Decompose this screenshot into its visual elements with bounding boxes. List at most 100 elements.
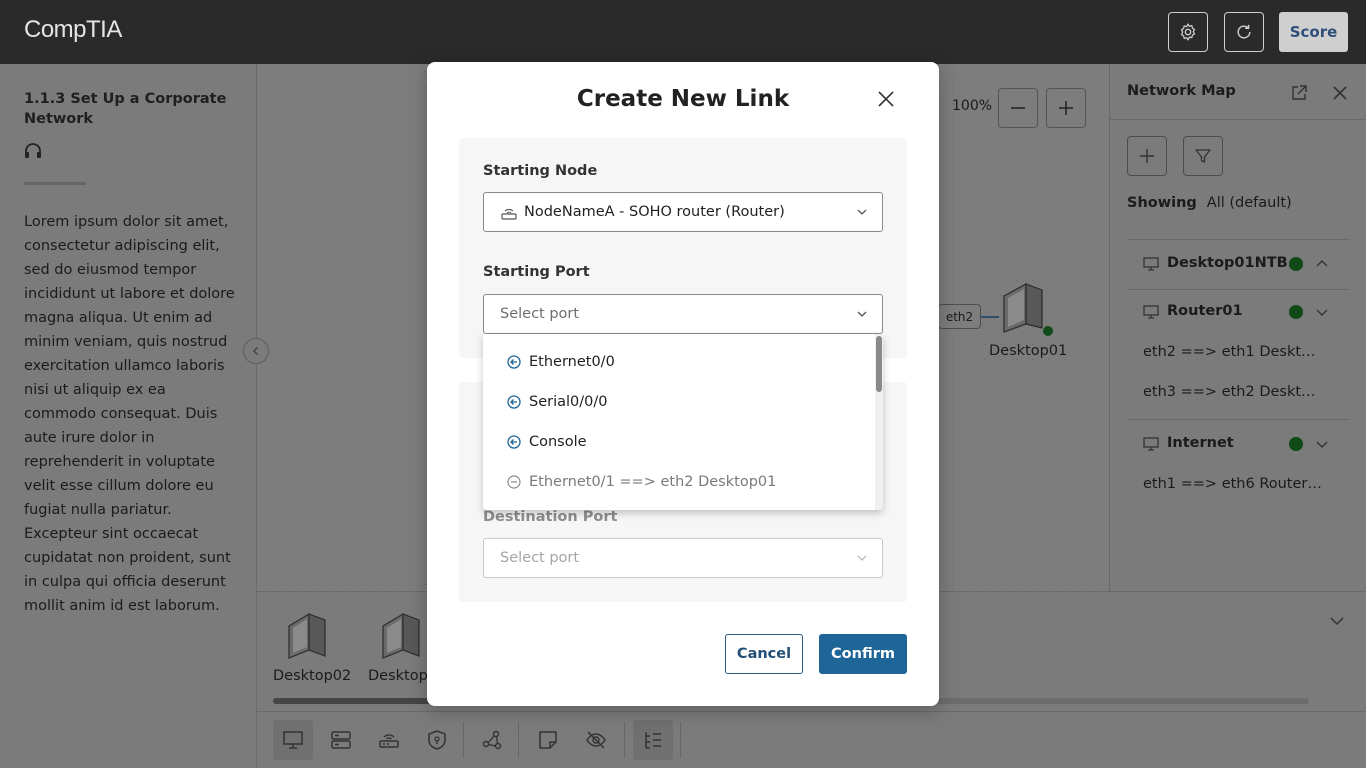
port-tag[interactable]: eth2: [938, 304, 981, 329]
chevron-down-icon[interactable]: [1328, 612, 1346, 630]
network-map-panel: Network Map Showing All (default) Desktop…: [1109, 64, 1366, 591]
tool-links[interactable]: [472, 720, 512, 760]
status-dot: [1289, 257, 1303, 271]
port-in-use-icon: [507, 475, 521, 489]
filter-status: Showing All (default): [1127, 195, 1292, 211]
port-option[interactable]: Serial0/0/0: [507, 392, 607, 412]
cancel-button[interactable]: Cancel: [725, 634, 803, 674]
filter-button[interactable]: [1183, 136, 1223, 176]
note-icon: [539, 731, 557, 749]
zoom-in-button[interactable]: [1046, 88, 1086, 128]
tool-network-map[interactable]: [633, 720, 673, 760]
tool-routers[interactable]: [369, 720, 409, 760]
settings-button[interactable]: [1168, 12, 1208, 52]
close-icon[interactable]: [1331, 84, 1349, 102]
headphones-icon[interactable]: [24, 142, 42, 158]
starting-port-select[interactable]: Select port: [483, 294, 883, 334]
scrollbar-thumb[interactable]: [876, 336, 882, 392]
score-button[interactable]: Score: [1279, 12, 1348, 52]
desktop-device-icon[interactable]: [379, 610, 431, 662]
chevron-down-icon[interactable]: [1315, 305, 1329, 319]
port-available-icon: [507, 355, 521, 369]
chevron-down-icon: [857, 555, 867, 561]
tool-visibility[interactable]: [576, 720, 616, 760]
chevron-down-icon: [857, 209, 867, 215]
port-available-icon: [507, 395, 521, 409]
starting-node-value: NodeNameA - SOHO router (Router): [524, 204, 785, 220]
shield-icon: [428, 730, 446, 750]
port-option-disabled: Ethernet0/1 ==> eth2 Desktop01: [507, 472, 776, 492]
zoom-out-button[interactable]: [998, 88, 1038, 128]
network-icon: [482, 730, 502, 750]
minus-icon: [1011, 107, 1025, 109]
divider: [1110, 119, 1366, 120]
dropdown-scrollbar[interactable]: [875, 334, 883, 510]
chevron-left-icon: [253, 347, 258, 355]
starting-node-select[interactable]: NodeNameA - SOHO router (Router): [483, 192, 883, 232]
collapse-panel-button[interactable]: [243, 338, 269, 364]
gear-icon: [1180, 23, 1196, 41]
map-item-name[interactable]: Router01: [1167, 303, 1243, 319]
port-option-label: Console: [529, 434, 587, 450]
lesson-title: 1.1.3 Set Up a Corporate Network: [24, 91, 227, 127]
port-available-icon: [507, 435, 521, 449]
zoom-level: 100%: [952, 98, 993, 114]
desktop-device-icon[interactable]: [285, 610, 337, 662]
popout-icon[interactable]: [1290, 84, 1308, 102]
port-option-label: Ethernet0/1 ==> eth2 Desktop01: [529, 474, 777, 490]
destination-port-select[interactable]: Select port: [483, 538, 883, 578]
showing-value: All (default): [1206, 195, 1292, 211]
monitor-icon: [283, 731, 303, 749]
toolbar-divider: [624, 722, 625, 758]
port-option[interactable]: Console: [507, 432, 587, 452]
create-link-dialog: Create New Link Starting Node NodeNameA …: [427, 62, 939, 706]
router-icon: [501, 208, 517, 220]
map-item-name[interactable]: Internet: [1167, 435, 1234, 451]
chevron-down-icon: [857, 311, 867, 317]
refresh-icon: [1237, 24, 1251, 39]
node-label: Desktop01: [989, 343, 1068, 359]
confirm-button[interactable]: Confirm: [819, 634, 907, 674]
reset-button[interactable]: [1224, 12, 1264, 52]
showing-label: Showing: [1127, 195, 1197, 211]
starting-node-label: Starting Node: [483, 163, 598, 179]
eye-off-icon: [586, 731, 606, 749]
network-map-title: Network Map: [1127, 83, 1236, 99]
add-node-button[interactable]: [1127, 136, 1167, 176]
status-dot: [1289, 437, 1303, 451]
tree-list-icon: [645, 732, 661, 749]
starting-port-placeholder: Select port: [500, 306, 580, 322]
map-link-item[interactable]: eth1 ==> eth6 Router01: [1143, 476, 1323, 492]
router-icon: [379, 734, 399, 748]
tray-node-label: Desktop02: [273, 668, 352, 684]
close-icon[interactable]: [877, 90, 895, 108]
tool-servers[interactable]: [321, 720, 361, 760]
chevron-down-icon[interactable]: [1315, 437, 1329, 451]
starting-port-label: Starting Port: [483, 264, 590, 280]
destination-port-label: Destination Port: [483, 509, 618, 525]
comptia-logo: CompTIA: [24, 16, 122, 43]
map-link-item[interactable]: eth2 ==> eth1 Desktop01...: [1143, 344, 1323, 360]
port-dropdown-list[interactable]: Ethernet0/0 Serial0/0/0 Console Ethernet…: [483, 334, 883, 510]
top-bar: CompTIA Score: [0, 0, 1366, 64]
tool-notes[interactable]: [528, 720, 568, 760]
server-icon: [331, 731, 351, 749]
chevron-up-icon[interactable]: [1315, 257, 1329, 271]
tool-bar: [257, 711, 1366, 768]
tool-security[interactable]: [417, 720, 457, 760]
divider: [1127, 289, 1350, 290]
divider: [1127, 419, 1350, 420]
port-option-label: Serial0/0/0: [529, 394, 608, 410]
monitor-icon: [1143, 437, 1159, 451]
desktop-node-icon[interactable]: [998, 280, 1054, 338]
port-option-label: Ethernet0/0: [529, 354, 615, 370]
map-item-name[interactable]: Desktop01NTB...: [1167, 255, 1304, 271]
map-link-item[interactable]: eth3 ==> eth2 Desktop01...: [1143, 384, 1323, 400]
toolbar-divider: [463, 722, 464, 758]
link-line[interactable]: [981, 316, 999, 318]
plus-icon: [1140, 149, 1154, 163]
lesson-panel: 1.1.3 Set Up a Corporate Network Lorem i…: [0, 64, 257, 768]
tool-desktops[interactable]: [273, 720, 313, 760]
divider: [1127, 239, 1350, 240]
port-option[interactable]: Ethernet0/0: [507, 352, 615, 372]
